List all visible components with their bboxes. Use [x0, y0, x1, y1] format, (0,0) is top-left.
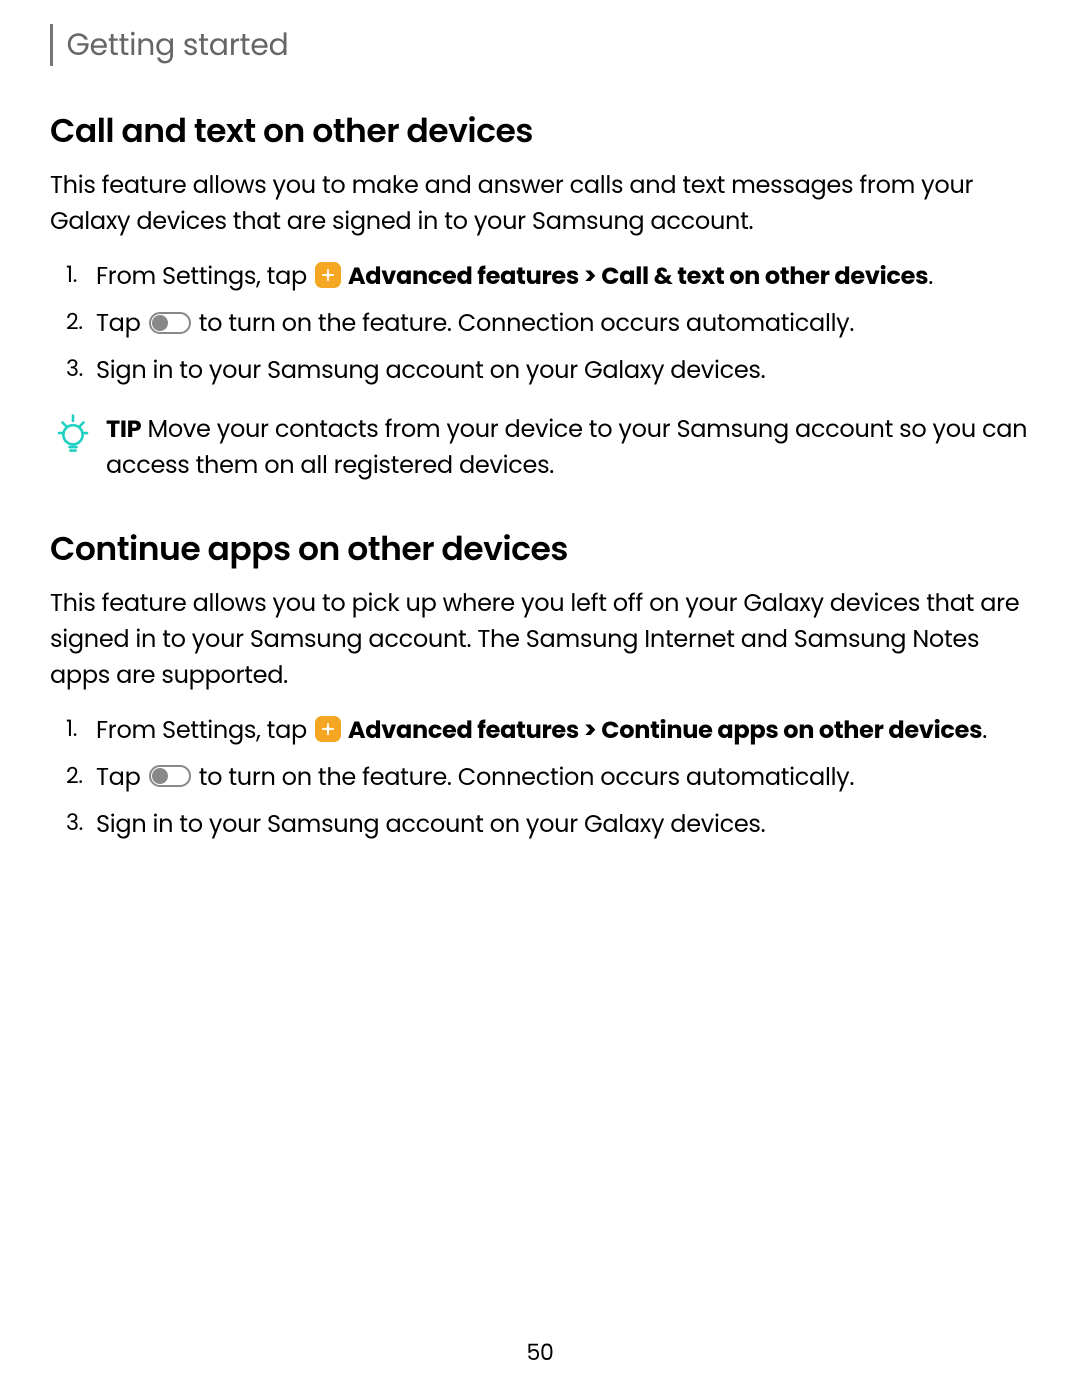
step2-suffix: to turn on the feature. Connection occur… — [193, 307, 855, 340]
step-3: Sign in to your Samsung account on your … — [96, 352, 1030, 389]
step2-prefix: Tap — [96, 307, 147, 340]
tip-label: TIP — [106, 413, 141, 446]
step2-prefix: Tap — [96, 761, 147, 794]
step-1: From Settings, tap Advanced features > C… — [96, 258, 1030, 295]
heading-continue-apps: Continue apps on other devices — [50, 524, 1030, 574]
intro-call-text: This feature allows you to make and answ… — [50, 168, 1030, 240]
step1-prefix: From Settings, tap — [96, 714, 313, 747]
step-2: Tap to turn on the feature. Connection o… — [96, 305, 1030, 342]
toggle-icon — [149, 312, 191, 334]
steps-call-text: From Settings, tap Advanced features > C… — [50, 258, 1030, 390]
page-number: 50 — [0, 1336, 1080, 1369]
step-3: Sign in to your Samsung account on your … — [96, 806, 1030, 843]
step1-suffix: . — [982, 714, 987, 747]
step1-path: Advanced features > Continue apps on oth… — [343, 714, 982, 747]
section-call-text: Call and text on other devices This feat… — [50, 106, 1030, 484]
tip-text: TIP Move your contacts from your device … — [106, 412, 1030, 484]
step-2: Tap to turn on the feature. Connection o… — [96, 759, 1030, 796]
toggle-icon — [149, 765, 191, 787]
section-label: Getting started — [67, 24, 289, 66]
step2-suffix: to turn on the feature. Connection occur… — [193, 761, 855, 794]
tip-body: Move your contacts from your device to y… — [106, 413, 1027, 482]
step1-path: Advanced features > Call & text on other… — [343, 260, 928, 293]
advanced-features-icon — [315, 262, 341, 288]
lightbulb-icon — [52, 412, 94, 454]
section-bar — [50, 24, 53, 66]
tip-block: TIP Move your contacts from your device … — [52, 412, 1030, 484]
heading-call-text: Call and text on other devices — [50, 106, 1030, 156]
step-1: From Settings, tap Advanced features > C… — [96, 712, 1030, 749]
step1-prefix: From Settings, tap — [96, 260, 313, 293]
steps-continue-apps: From Settings, tap Advanced features > C… — [50, 712, 1030, 844]
advanced-features-icon — [315, 716, 341, 742]
section-continue-apps: Continue apps on other devices This feat… — [50, 524, 1030, 844]
step1-suffix: . — [928, 260, 933, 293]
intro-continue-apps: This feature allows you to pick up where… — [50, 586, 1030, 694]
section-header: Getting started — [50, 24, 1030, 66]
